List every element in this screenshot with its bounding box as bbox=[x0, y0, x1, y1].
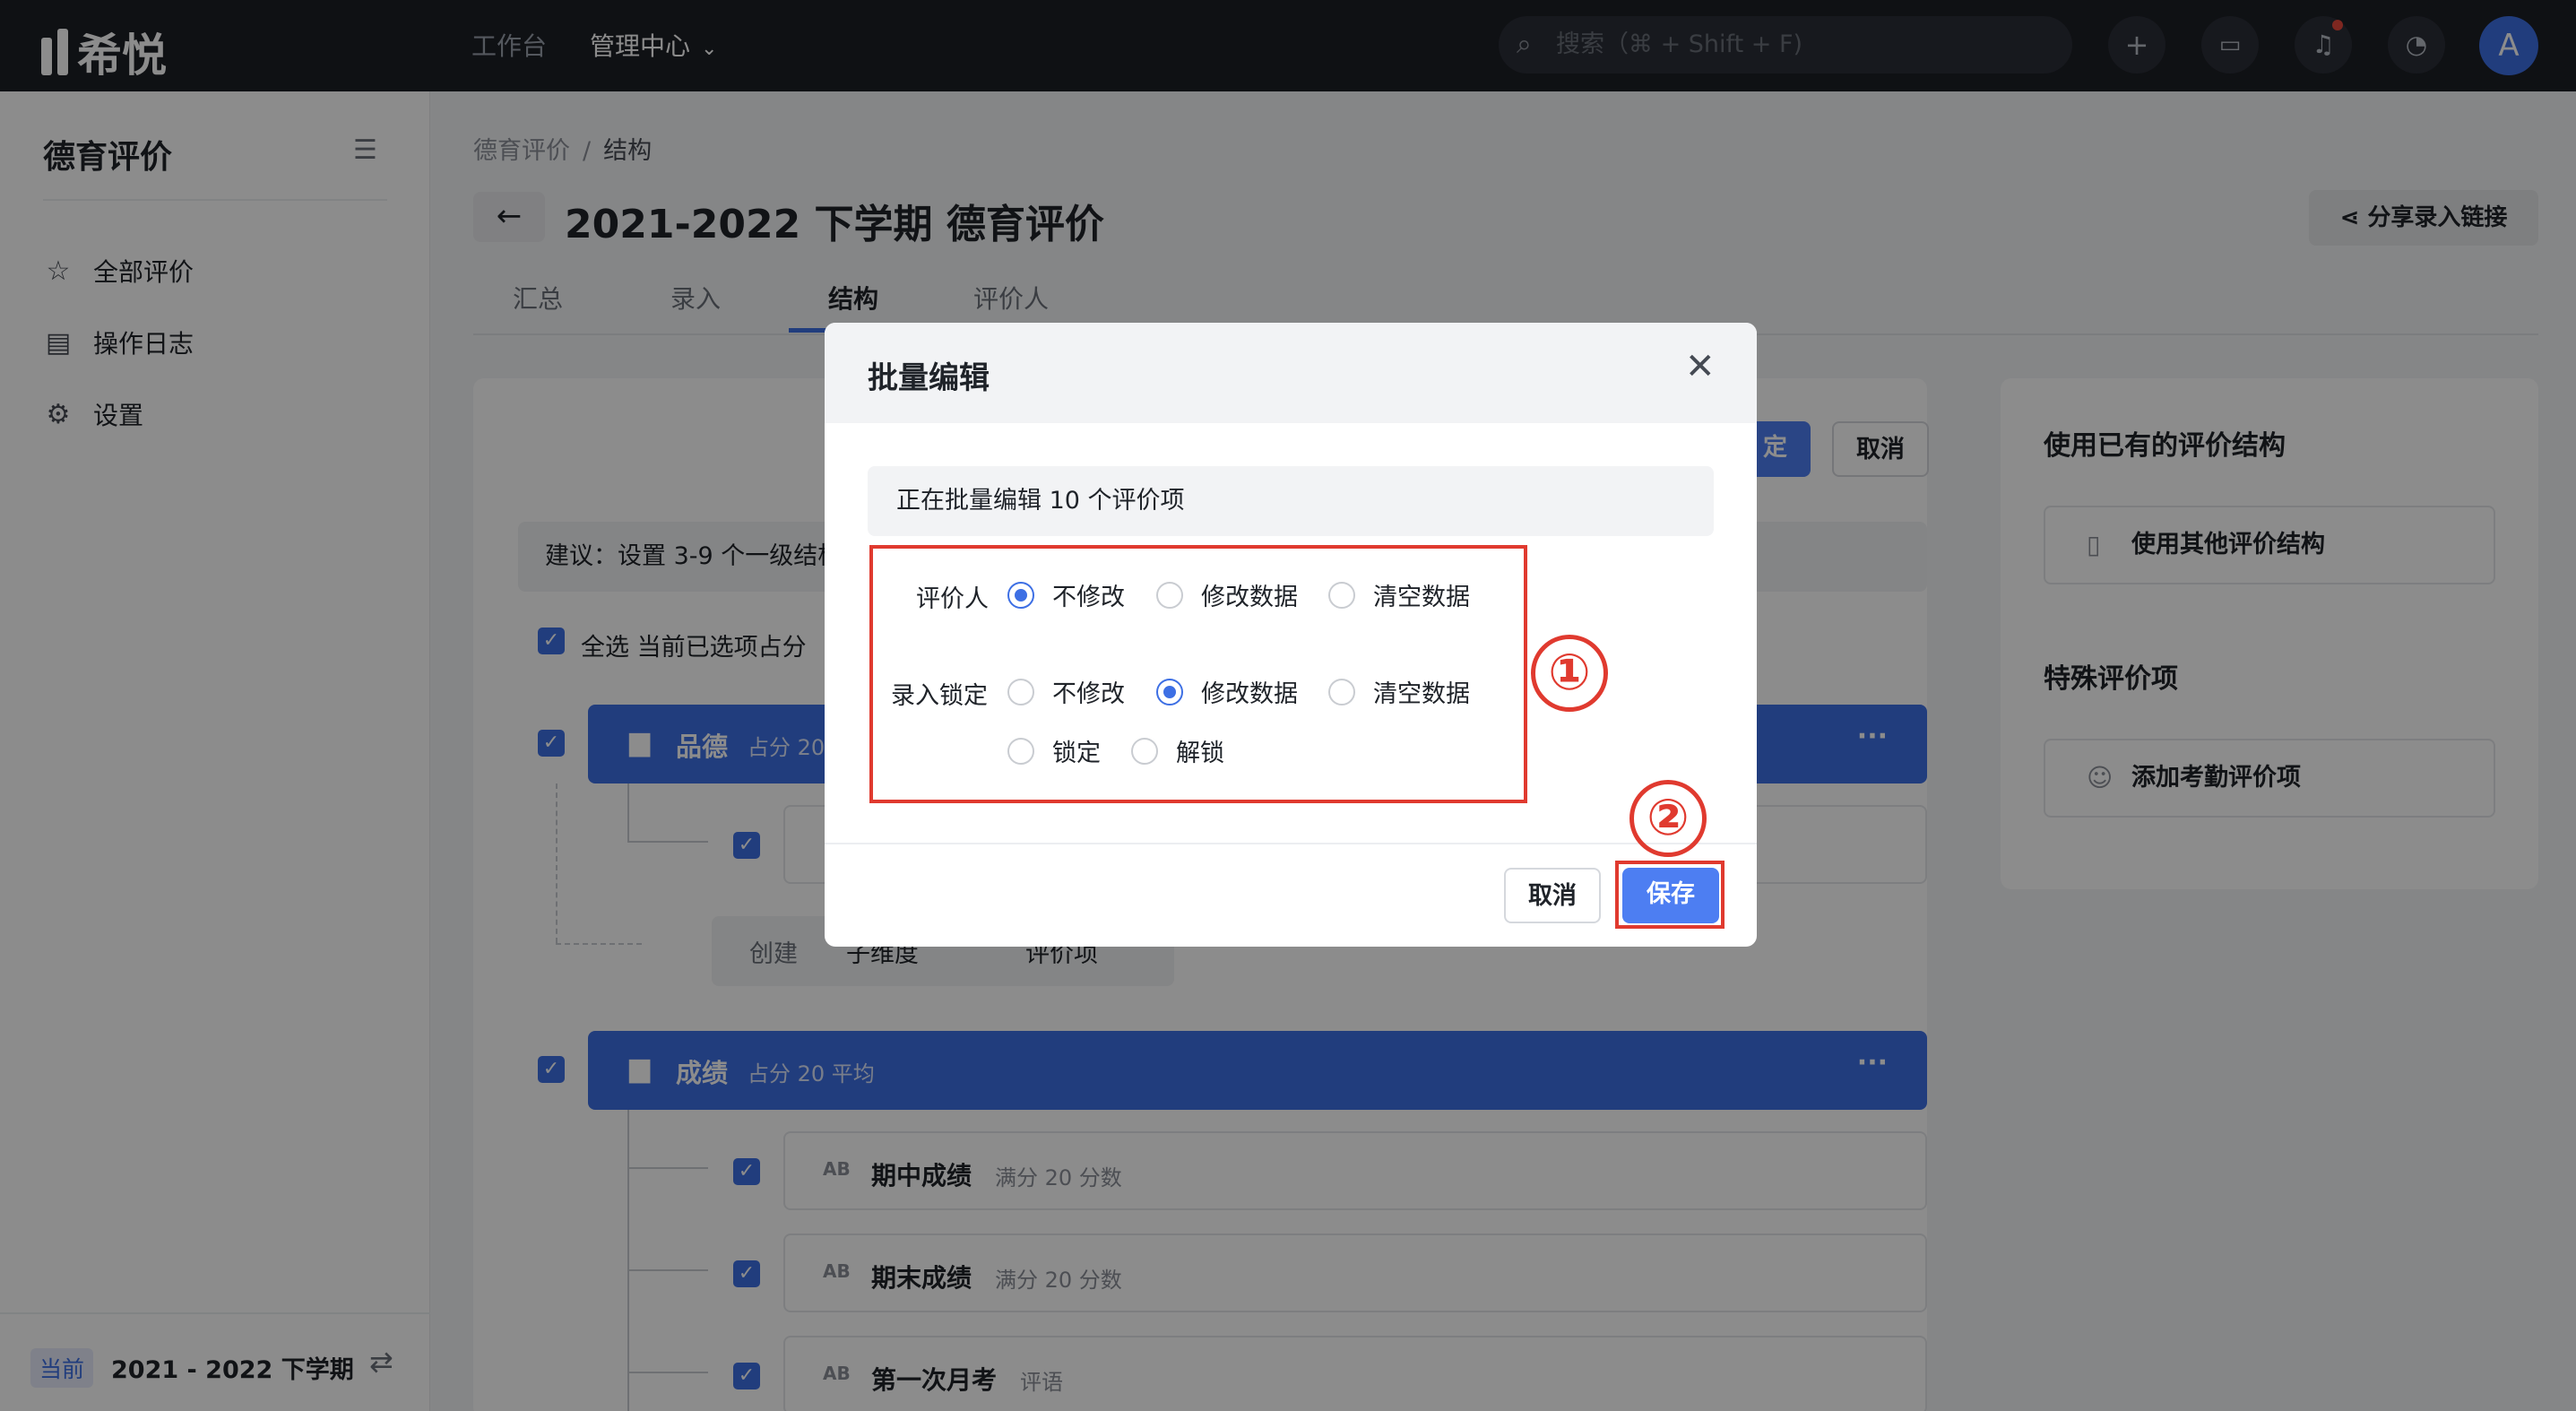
close-icon[interactable]: ✕ bbox=[1685, 346, 1716, 387]
annotation-box-1 bbox=[869, 545, 1527, 803]
annotation-box-2 bbox=[1615, 861, 1725, 929]
modal-cancel-button[interactable]: 取消 bbox=[1504, 868, 1601, 923]
annotation-number-1: ① bbox=[1531, 635, 1608, 712]
annotation-number-2: ② bbox=[1629, 780, 1707, 857]
modal-title: 批量编辑 bbox=[868, 360, 990, 396]
batch-edit-info: 正在批量编辑 10 个评价项 bbox=[868, 466, 1714, 536]
modal-footer-divider bbox=[825, 843, 1757, 844]
modal-header: 批量编辑 ✕ bbox=[825, 323, 1757, 423]
